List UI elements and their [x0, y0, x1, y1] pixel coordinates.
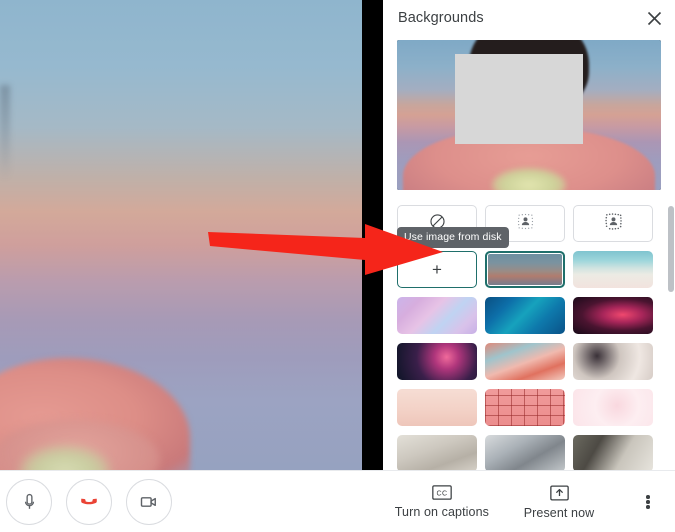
call-controls-bar: CC Turn on captions Present now [0, 470, 675, 532]
background-option-bg-water[interactable] [485, 297, 565, 334]
background-options-list[interactable]: + Use image from disk [383, 196, 675, 470]
call-secondary-controls: CC Turn on captions Present now [381, 481, 675, 524]
more-options-icon [646, 494, 650, 511]
background-option-bg-peach[interactable] [397, 389, 477, 426]
captions-icon: CC [432, 485, 452, 500]
turn-on-captions-label: Turn on captions [394, 505, 489, 519]
use-image-from-disk-tooltip: Use image from disk [397, 227, 509, 248]
background-option-bg-sunset[interactable] [485, 251, 565, 288]
background-option-bg-livingroom[interactable] [573, 435, 653, 470]
microphone-icon [24, 493, 34, 509]
background-option-bg-nebula[interactable] [573, 297, 653, 334]
background-option-blur-full[interactable] [573, 205, 653, 242]
plus-icon: + [432, 260, 442, 279]
self-view-video [0, 0, 362, 470]
svg-text:CC: CC [436, 489, 447, 497]
camera-icon [140, 497, 156, 507]
panel-header: Backgrounds [383, 0, 675, 36]
background-option-bg-grid[interactable] [485, 389, 565, 426]
blur-icon [604, 212, 623, 236]
present-now-label: Present now [523, 505, 595, 520]
present-now-button[interactable]: Present now [503, 481, 615, 524]
hangup-icon [81, 498, 97, 505]
feed-edge-shadow [0, 85, 10, 180]
leave-call-button[interactable] [66, 479, 112, 525]
backgrounds-panel: Backgrounds + Use image from disk [383, 0, 675, 470]
background-option-bg-confetti[interactable] [573, 343, 653, 380]
background-option-bg-clouds[interactable] [397, 297, 477, 334]
panel-title: Backgrounds [398, 10, 484, 26]
background-option-bg-blossom[interactable] [485, 343, 565, 380]
options-scrollbar-thumb[interactable] [668, 206, 674, 292]
privacy-overlay-box [455, 54, 583, 144]
stage-letterbox [362, 0, 383, 470]
google-meet-window: Backgrounds + Use image from disk CC Tur… [0, 0, 675, 532]
video-stage [0, 0, 383, 470]
background-option-bg-office[interactable] [397, 435, 477, 470]
close-panel-button[interactable] [639, 3, 669, 33]
background-option-add-image[interactable]: + [397, 251, 477, 288]
background-option-bg-fireworks[interactable] [397, 343, 477, 380]
camera-button[interactable] [126, 479, 172, 525]
turn-on-captions-button[interactable]: CC Turn on captions [381, 481, 503, 523]
call-primary-controls [0, 479, 172, 525]
background-option-bg-beach[interactable] [573, 251, 653, 288]
close-icon [647, 11, 661, 25]
more-options-button[interactable] [631, 485, 665, 519]
options-scrollbar[interactable] [666, 196, 675, 470]
present-icon [549, 484, 569, 501]
slight-blur-icon [516, 212, 535, 236]
background-option-bg-lobby[interactable] [485, 435, 565, 470]
self-view-preview [397, 40, 661, 190]
background-option-bg-speckle[interactable] [573, 389, 653, 426]
microphone-button[interactable] [6, 479, 52, 525]
